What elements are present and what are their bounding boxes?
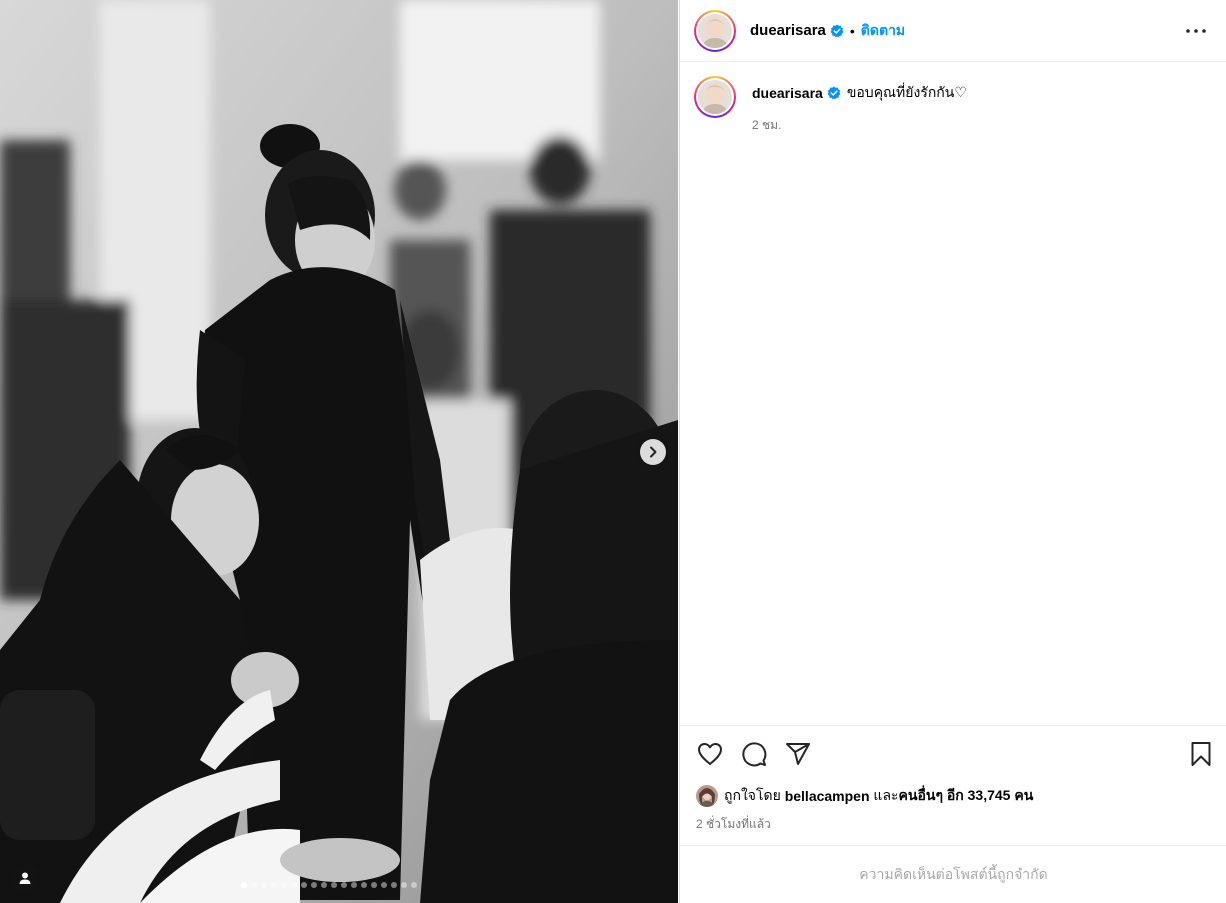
author-username[interactable]: duearisara xyxy=(750,22,826,39)
person-icon xyxy=(19,872,31,884)
carousel-dot xyxy=(371,882,377,888)
carousel-dot xyxy=(271,882,277,888)
carousel-dot xyxy=(331,882,337,888)
carousel-next-button[interactable] xyxy=(640,439,666,465)
carousel-dot xyxy=(341,882,347,888)
caption: duearisara ขอบคุณที่ยังรักกัน♡ 2 ชม. xyxy=(680,62,1226,135)
avatar-image xyxy=(698,80,732,114)
liker-avatar[interactable] xyxy=(696,785,718,807)
carousel-dot xyxy=(381,882,387,888)
heart-icon xyxy=(698,743,722,765)
caption-timestamp[interactable]: 2 ชม. xyxy=(752,116,967,135)
carousel-dot xyxy=(241,882,247,888)
save-button[interactable] xyxy=(1187,740,1215,768)
post-photo[interactable] xyxy=(0,0,678,903)
like-button[interactable] xyxy=(696,740,724,768)
verified-badge-icon xyxy=(830,24,844,38)
carousel-dots xyxy=(241,882,417,888)
post-details: duearisara • ติดตาม duearisara ขอบคุณที่… xyxy=(679,0,1226,903)
caption-author-avatar[interactable] xyxy=(694,76,736,118)
chevron-right-icon xyxy=(650,446,657,458)
bookmark-icon xyxy=(1191,742,1211,766)
carousel-dot xyxy=(291,882,297,888)
comments-limited-notice: ความคิดเห็นต่อโพสต์นี้ถูกจำกัด xyxy=(680,845,1226,903)
verified-badge-icon xyxy=(827,86,841,100)
photo-image xyxy=(0,0,678,903)
carousel-dot xyxy=(301,882,307,888)
carousel-dot xyxy=(251,882,257,888)
share-button[interactable] xyxy=(784,740,812,768)
carousel-dot xyxy=(321,882,327,888)
carousel-dot xyxy=(411,882,417,888)
carousel-dot xyxy=(351,882,357,888)
carousel-dot xyxy=(311,882,317,888)
likes-and: และ xyxy=(873,787,899,803)
caption-username[interactable]: duearisara xyxy=(752,85,823,101)
post-header: duearisara • ติดตาม xyxy=(680,0,1226,62)
liker-username[interactable]: bellacampen xyxy=(785,788,870,804)
carousel-dot xyxy=(281,882,287,888)
caption-text: ขอบคุณที่ยังรักกัน♡ xyxy=(846,84,967,100)
comment-button[interactable] xyxy=(740,740,768,768)
carousel-dot xyxy=(391,882,397,888)
action-bar xyxy=(680,726,1226,782)
header-separator: • xyxy=(849,22,855,39)
follow-button[interactable]: ติดตาม xyxy=(861,20,905,42)
more-options-button[interactable] xyxy=(1184,19,1208,43)
post-actions-area: ถูกใจโดย bellacampen และ คนอื่นๆ อีก 33,… xyxy=(680,725,1226,834)
carousel-dot xyxy=(261,882,267,888)
likes-prefix: ถูกใจโดย xyxy=(724,787,781,803)
likes-summary: ถูกใจโดย bellacampen และ คนอื่นๆ อีก 33,… xyxy=(680,785,1226,807)
share-icon xyxy=(786,743,810,765)
author-avatar[interactable] xyxy=(694,9,736,52)
tagged-users-button[interactable] xyxy=(11,864,39,892)
carousel-dot xyxy=(401,882,407,888)
likes-others-link[interactable]: คนอื่นๆ อีก 33,745 คน xyxy=(899,785,1034,807)
comment-icon xyxy=(742,742,767,767)
more-options-icon xyxy=(1186,29,1206,33)
post-timestamp[interactable]: 2 ชั่วโมงที่แล้ว xyxy=(680,815,1226,834)
avatar-image xyxy=(698,13,732,48)
carousel-dot xyxy=(361,882,367,888)
